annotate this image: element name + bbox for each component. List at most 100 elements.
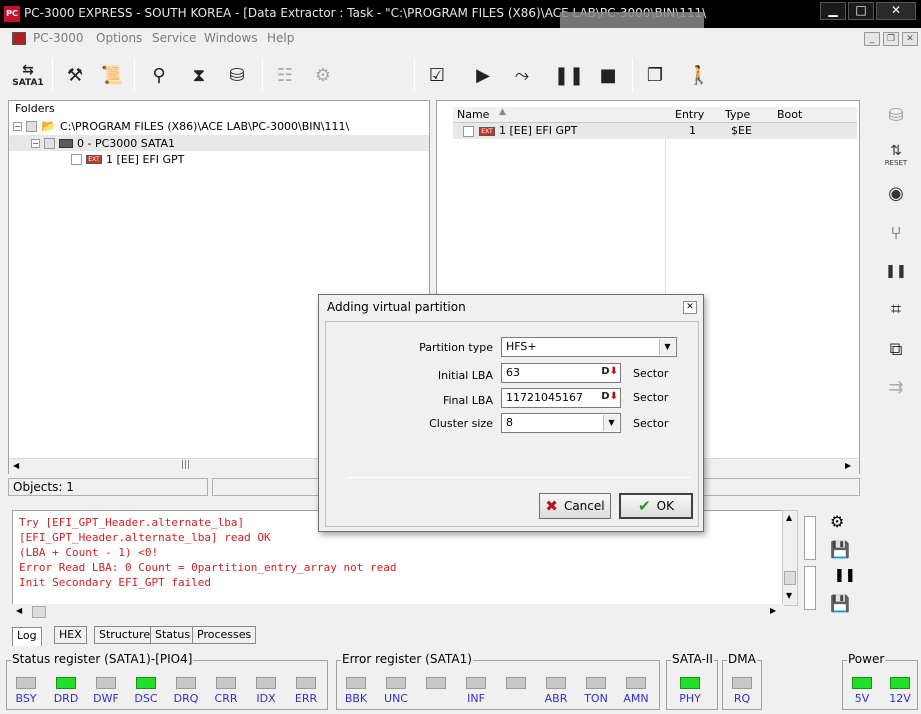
menu-options[interactable]: Options <box>96 31 142 45</box>
partition-type-select[interactable]: HFS+ ▼ <box>501 337 677 357</box>
column-type[interactable]: Type <box>725 108 750 121</box>
log-pause-button[interactable]: ❚❚ <box>834 568 856 583</box>
mdi-close-button[interactable]: ✕ <box>902 32 918 46</box>
exit-button[interactable]: 🚶 <box>682 56 716 94</box>
power-cycle-button[interactable]: ◉ <box>880 178 912 208</box>
tools-button[interactable]: ⚒ <box>58 56 92 94</box>
tree-expand-button[interactable]: ☷ <box>268 56 302 94</box>
status_register-led-label: DRD <box>53 692 79 705</box>
tree-item-root[interactable]: − 📂 C:\PROGRAM FILES (X86)\ACE LAB\PC-30… <box>13 119 349 133</box>
drive-db-button[interactable]: ⛁ <box>880 100 912 130</box>
tab-processes[interactable]: Processes <box>192 626 257 644</box>
chevron-down-icon[interactable]: ▼ <box>659 339 675 355</box>
row-checkbox[interactable] <box>463 126 474 137</box>
cancel-button[interactable]: ✖ Cancel <box>539 493 611 519</box>
sata-port-button[interactable]: ⇆ SATA1 <box>10 56 46 94</box>
check-button[interactable]: ☑ <box>420 56 454 94</box>
windows-button[interactable]: ❐ <box>638 56 672 94</box>
filter-button[interactable]: ⧗ <box>182 56 216 94</box>
maximize-button[interactable]: □ <box>848 2 874 20</box>
dialog-divider <box>347 477 691 478</box>
log-hscrollbar[interactable]: ◀ ▶ <box>12 604 784 620</box>
final-lba-input[interactable]: 11721045167 D⬇ <box>501 388 621 408</box>
ok-button[interactable]: ✔ OK <box>619 493 693 519</box>
step-button[interactable]: ⤳ <box>505 56 539 94</box>
close-button[interactable]: ✕ <box>876 2 916 20</box>
windows-icon: ❐ <box>646 64 664 86</box>
bus-button[interactable]: ⌗ <box>880 294 912 324</box>
cluster-size-select[interactable]: 8 ▼ <box>501 413 621 433</box>
log-save-button[interactable]: 💾 <box>830 540 850 559</box>
log-side-slider[interactable] <box>804 516 816 560</box>
initial-lba-input[interactable]: 63 D⬇ <box>501 363 621 383</box>
bus-icon: ⌗ <box>890 298 902 320</box>
dialog-close-button[interactable]: ✕ <box>683 301 697 314</box>
menu-windows[interactable]: Windows <box>204 31 258 45</box>
tree-item-drive[interactable]: − 0 - PC3000 SATA1 <box>9 135 429 151</box>
cluster-size-label: Cluster size <box>429 417 493 430</box>
scroll-left-icon[interactable]: ◀ <box>13 461 19 470</box>
disk-button[interactable]: ⛁ <box>220 56 254 94</box>
tab-structure[interactable]: Structure <box>94 626 156 644</box>
cancel-label: Cancel <box>563 499 605 513</box>
dialog-title: Adding virtual partition <box>327 300 466 314</box>
menu-pc3000[interactable]: PC-3000 <box>33 31 83 45</box>
log-vscrollbar[interactable]: ▲ ▼ <box>782 510 798 606</box>
gear-icon: ⚙ <box>830 512 845 531</box>
error_register-led <box>626 677 646 689</box>
collapse-icon[interactable]: − <box>13 121 22 131</box>
menu-bar: PC-3000 Options Service Windows Help _ ❐… <box>0 28 921 50</box>
column-boot[interactable]: Boot <box>777 108 802 121</box>
dec-hex-toggle-icon[interactable]: D⬇ <box>601 391 618 402</box>
script-button[interactable]: 📜 <box>95 56 129 94</box>
tab-status[interactable]: Status <box>150 626 196 644</box>
checkbox[interactable] <box>44 137 55 149</box>
tree-item-partition[interactable]: EXT 1 [EE] EFI GPT <box>71 153 184 166</box>
scroll-right-icon[interactable]: ▶ <box>770 606 776 615</box>
column-entry[interactable]: Entry <box>675 108 704 121</box>
menu-help[interactable]: Help <box>267 31 294 45</box>
play-icon: ▶ <box>476 64 490 86</box>
play-button[interactable]: ▶ <box>466 56 500 94</box>
stop-button[interactable]: ■ <box>591 56 625 94</box>
mdi-restore-button[interactable]: ❐ <box>883 32 899 46</box>
checkbox[interactable] <box>71 154 82 165</box>
log-side-slider[interactable] <box>804 566 816 610</box>
scroll-thumb[interactable] <box>32 606 46 618</box>
chevron-down-icon[interactable]: ▼ <box>603 415 619 431</box>
column-name[interactable]: Name <box>457 108 489 121</box>
dma-led-label: RQ <box>733 692 751 705</box>
menu-service[interactable]: Service <box>152 31 196 45</box>
collapse-icon[interactable]: − <box>31 138 40 148</box>
scroll-thumb[interactable] <box>784 571 796 585</box>
initial-lba-label: Initial LBA <box>437 369 493 382</box>
connector-button[interactable]: ⇉ <box>880 372 912 402</box>
log-export-button[interactable]: 💾 <box>830 594 850 613</box>
scroll-right-icon[interactable]: ▶ <box>845 461 851 470</box>
minimize-button[interactable]: ▁ <box>820 2 846 20</box>
mdi-minimize-button[interactable]: _ <box>864 32 880 46</box>
tab-hex[interactable]: HEX <box>54 626 87 644</box>
pause-button[interactable]: ❚❚ <box>552 56 586 94</box>
scroll-down-icon[interactable]: ▼ <box>786 591 792 600</box>
search-button[interactable]: ⚲ <box>142 56 176 94</box>
table-row[interactable]: EXT 1 [EE] EFI GPT 1 $EE <box>453 123 857 139</box>
tree-settings-button[interactable]: ⚙ <box>306 56 340 94</box>
power-title: Power <box>847 652 886 666</box>
status_register-led-label: DWF <box>93 692 119 705</box>
toolbar-separator <box>262 58 263 92</box>
tab-log[interactable]: Log <box>12 627 42 646</box>
dec-hex-toggle-icon[interactable]: D⬇ <box>601 366 618 377</box>
log-settings-button[interactable]: ⚙ <box>830 512 844 531</box>
scroll-thumb-icon[interactable]: ||| <box>181 460 190 470</box>
initial-lba-unit: Sector <box>633 367 669 380</box>
scroll-left-icon[interactable]: ◀ <box>16 606 22 615</box>
side-pause-button[interactable]: ❚❚ <box>880 256 912 286</box>
log-line: (LBA + Count - 1) <0! <box>19 546 159 559</box>
scroll-up-icon[interactable]: ▲ <box>786 513 792 522</box>
reset-button[interactable]: ⇅ RESET <box>880 140 912 170</box>
tree-tool-button[interactable]: ⑂ <box>880 218 912 248</box>
copy-icon: ⧉ <box>889 338 903 360</box>
copy-cancel-button[interactable]: ⧉ <box>880 334 912 364</box>
checkbox[interactable] <box>26 120 37 132</box>
